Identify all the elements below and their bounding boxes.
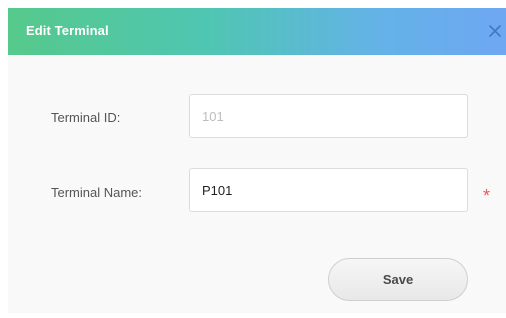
terminal-id-field[interactable] [189,94,468,138]
terminal-name-label: Terminal Name: [51,185,143,200]
close-icon[interactable] [484,20,506,42]
dialog-title: Edit Terminal [26,23,109,38]
save-button[interactable]: Save [328,258,468,301]
edit-terminal-dialog: Edit Terminal Terminal ID: Terminal Name… [8,8,506,313]
terminal-id-label: Terminal ID: [51,110,121,125]
required-marker: * [483,186,491,206]
dialog-titlebar: Edit Terminal [8,8,506,55]
terminal-name-field[interactable] [189,168,468,212]
